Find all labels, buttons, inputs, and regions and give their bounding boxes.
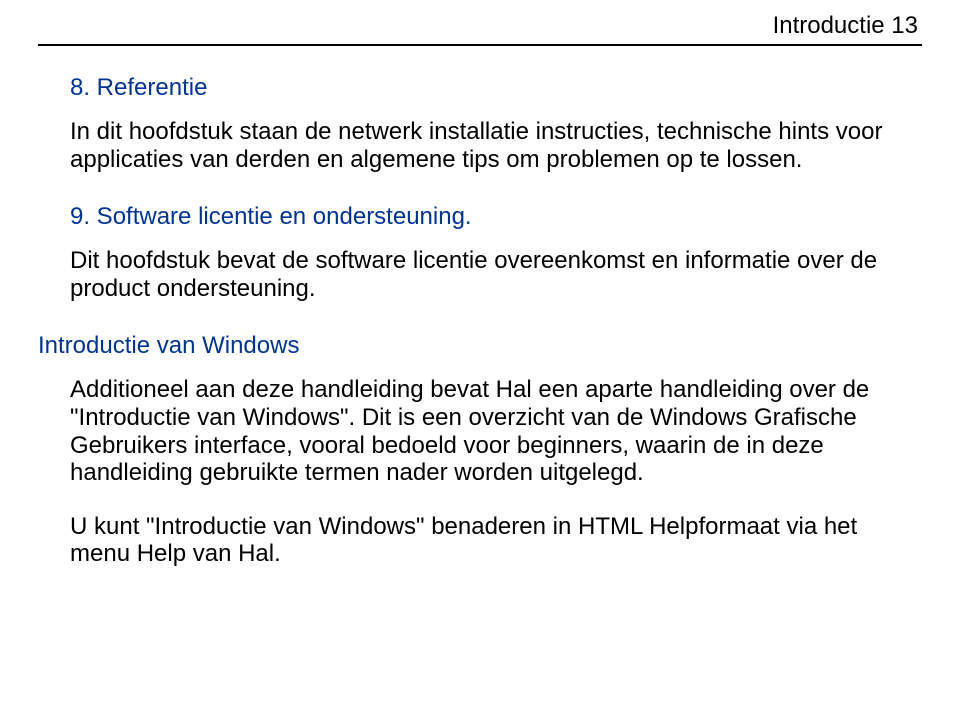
section-heading-referentie: 8. Referentie	[70, 74, 922, 102]
page-header-label: Introductie 13	[38, 12, 922, 40]
section-body-software-licentie: Dit hoofdstuk bevat de software licentie…	[70, 247, 922, 302]
header-divider	[38, 44, 922, 46]
page-header: Introductie 13	[38, 12, 922, 46]
section-body-introductie-windows-2: U kunt "Introductie van Windows" benader…	[70, 513, 922, 568]
page: Introductie 13 8. Referentie In dit hoof…	[0, 0, 960, 568]
section-heading-software-licentie: 9. Software licentie en ondersteuning.	[70, 203, 922, 231]
section-body-referentie: In dit hoofdstuk staan de netwerk instal…	[70, 118, 922, 173]
section-body-introductie-windows-1: Additioneel aan deze handleiding bevat H…	[70, 376, 922, 486]
section-heading-introductie-windows: Introductie van Windows	[38, 332, 922, 360]
